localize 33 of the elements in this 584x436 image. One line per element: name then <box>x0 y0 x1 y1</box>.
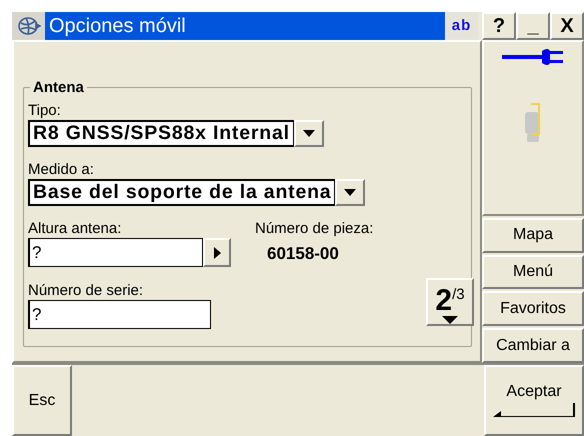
map-button[interactable]: Mapa <box>482 218 584 253</box>
dropdown-arrow-icon <box>302 130 315 137</box>
measured-to-label: Medido a: <box>28 161 94 178</box>
right-arrow-icon <box>214 246 220 258</box>
down-arrow-icon <box>442 316 458 324</box>
input-mode-indicator[interactable]: ab <box>445 12 478 40</box>
accept-button[interactable]: Aceptar <box>484 365 584 436</box>
window-title: Opciones móvil <box>45 12 445 40</box>
enter-key-icon <box>491 402 577 418</box>
minimize-button[interactable]: _ <box>516 12 550 40</box>
dropdown-arrow-icon <box>344 189 356 196</box>
dropdown-button[interactable] <box>294 120 324 147</box>
part-number-value: 60158-00 <box>267 244 339 264</box>
menu-button[interactable]: Menú <box>482 254 584 290</box>
close-button[interactable]: X <box>550 12 584 40</box>
switch-to-button[interactable]: Cambiar a <box>482 328 584 363</box>
arrow-button[interactable] <box>203 238 231 267</box>
group-title: Antena <box>32 79 85 96</box>
measured-to-dropdown[interactable]: Base del soporte de la antena <box>28 179 336 206</box>
serial-number-field[interactable]: ? <box>28 300 211 329</box>
dropdown-button[interactable] <box>335 179 366 206</box>
type-dropdown[interactable]: R8 GNSS/SPS88x Internal <box>28 120 294 147</box>
favorites-button[interactable]: Favoritos <box>482 291 584 326</box>
antenna-height-label: Altura antena: <box>28 220 122 237</box>
type-label: Tipo: <box>28 102 61 119</box>
serial-number-label: Número de serie: <box>28 282 144 299</box>
power-plug-icon <box>502 48 564 66</box>
help-button[interactable]: ? <box>482 12 516 40</box>
part-number-label: Número de pieza: <box>255 220 374 237</box>
page-button[interactable]: 2$^{/3}$ <box>426 278 474 326</box>
app-logo-icon <box>16 15 40 37</box>
escape-button[interactable]: Esc <box>12 365 72 436</box>
antenna-height-field[interactable]: ? <box>28 238 203 267</box>
